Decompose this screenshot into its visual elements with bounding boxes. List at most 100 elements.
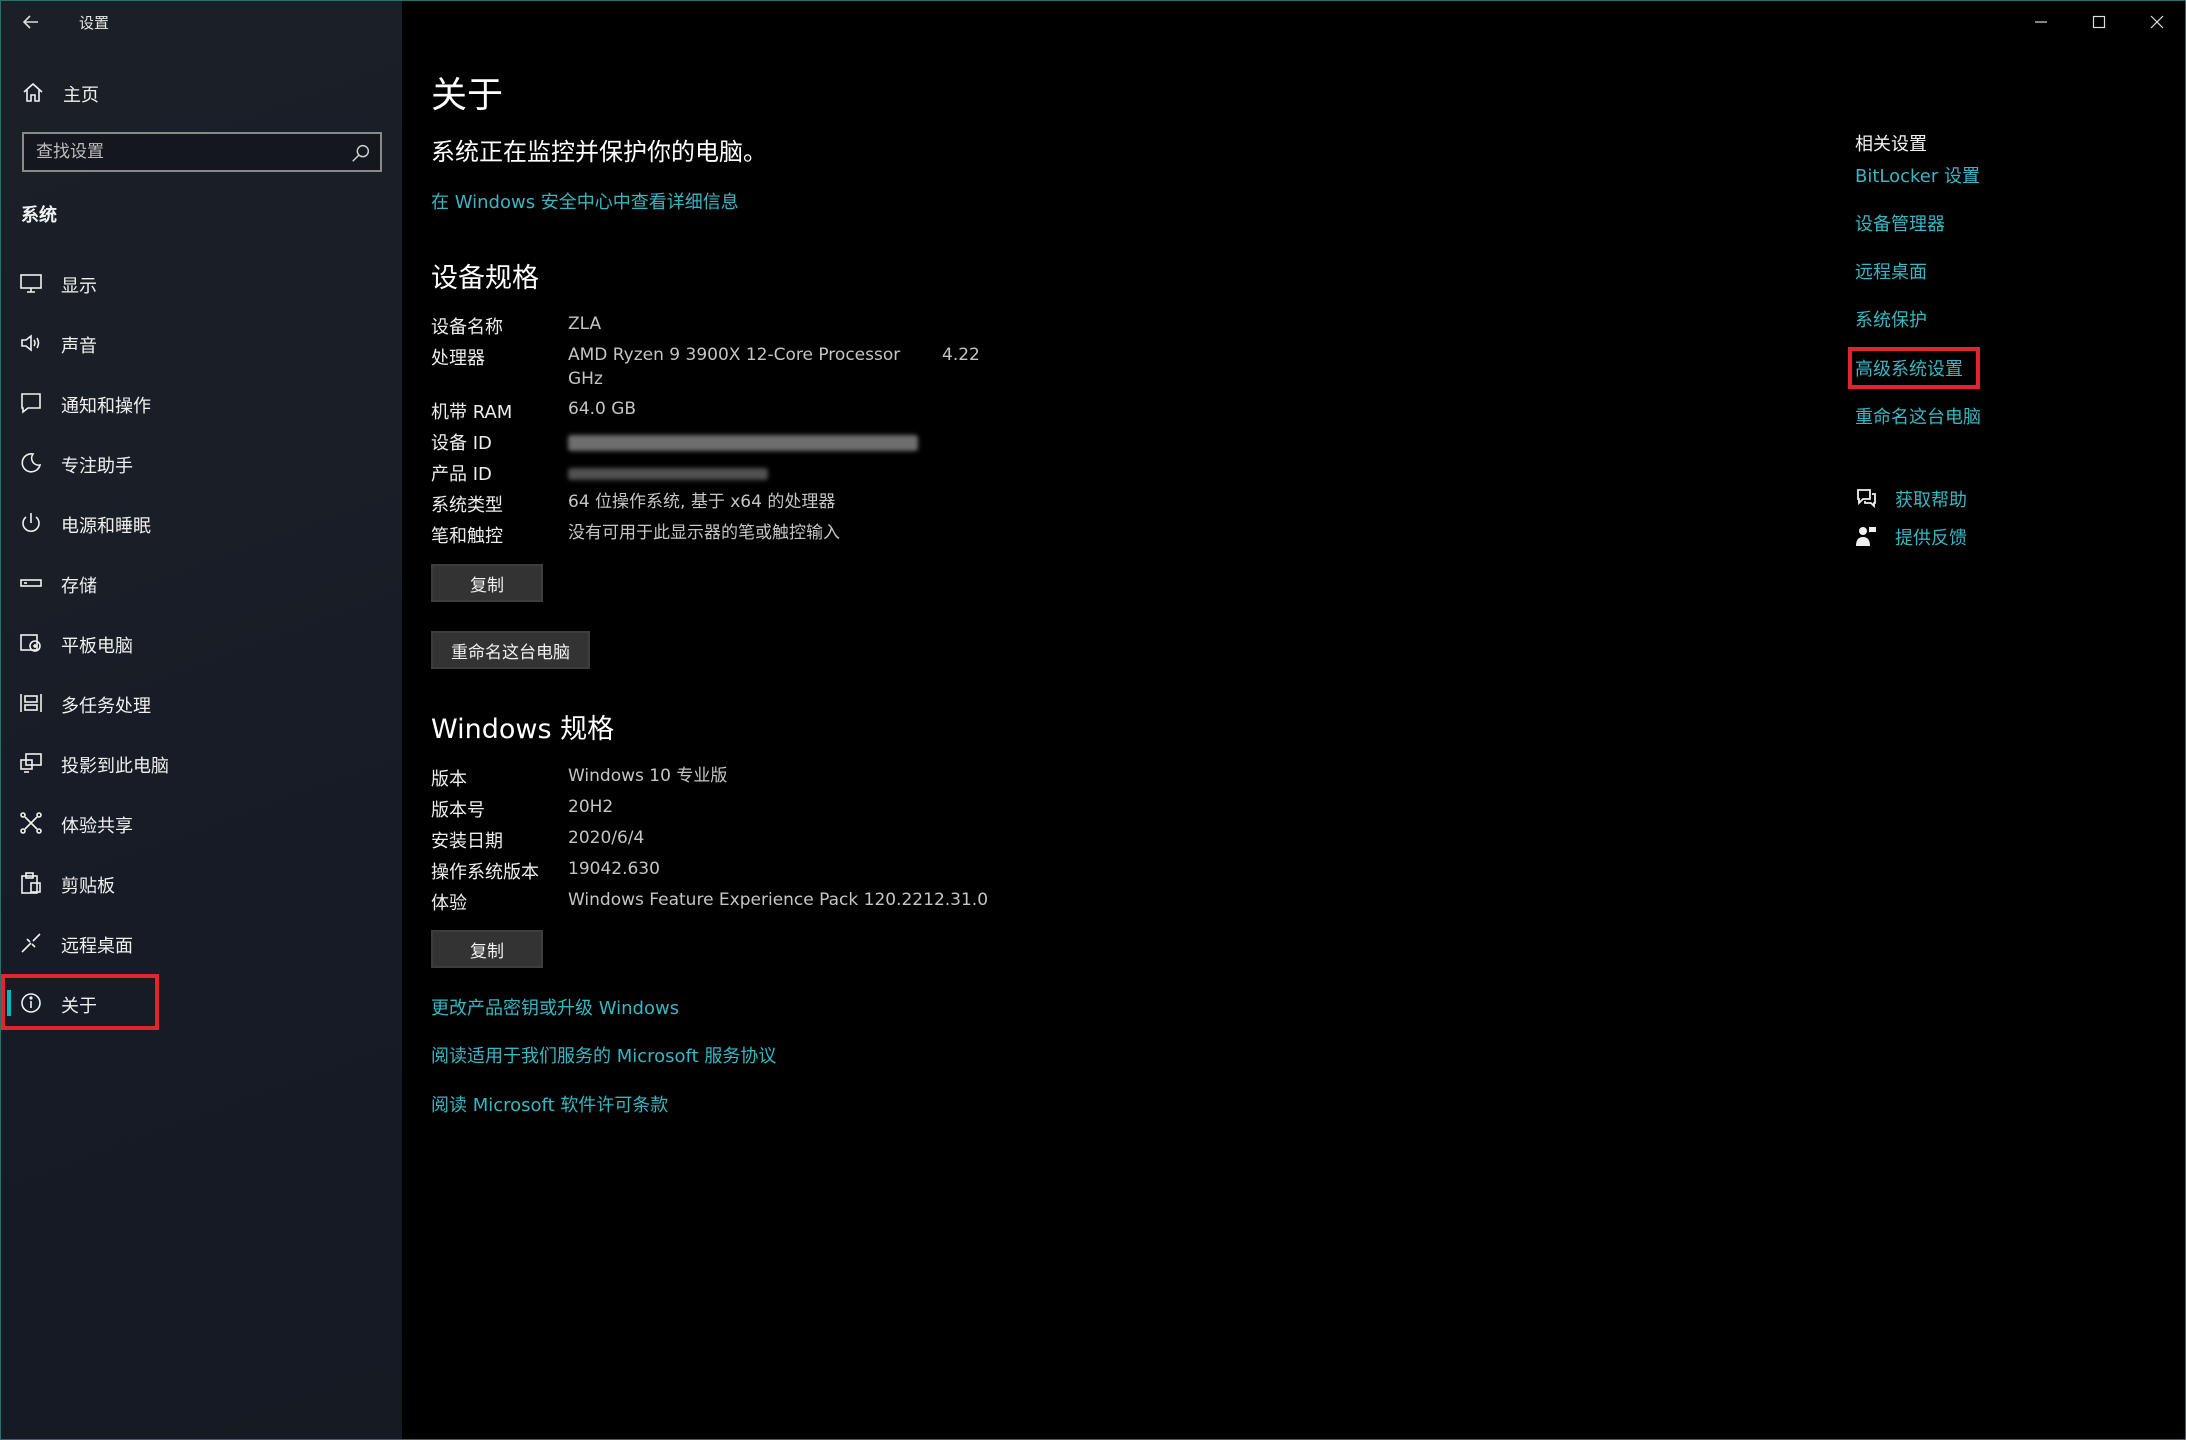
sidebar: 主页 系统 显示 声音 通知和操作 专注助手 电源和睡眠 bbox=[1, 1, 402, 1439]
version-value: 20H2 bbox=[568, 797, 614, 817]
minimize-button[interactable] bbox=[2012, 1, 2070, 43]
sidebar-item-multitasking[interactable]: 多任务处理 bbox=[1, 675, 402, 731]
services-agreement-link[interactable]: 阅读适用于我们服务的 Microsoft 服务协议 bbox=[431, 1042, 776, 1068]
sidebar-item-display[interactable]: 显示 bbox=[1, 255, 402, 311]
home-label: 主页 bbox=[63, 85, 99, 106]
spec-label: 笔和触控 bbox=[431, 526, 503, 547]
spec-label: 机带 RAM bbox=[431, 402, 513, 423]
advanced-system-settings-link[interactable]: 高级系统设置 bbox=[1855, 355, 1963, 381]
device-name-value: ZLA bbox=[568, 314, 602, 334]
page-title: 关于 bbox=[431, 75, 504, 116]
maximize-icon bbox=[2092, 15, 2106, 29]
copy-device-specs-button[interactable]: 复制 bbox=[431, 564, 543, 602]
install-date-value: 2020/6/4 bbox=[568, 828, 645, 848]
remote-desktop-icon bbox=[21, 933, 41, 953]
sidebar-item-remote-desktop[interactable]: 远程桌面 bbox=[1, 915, 402, 971]
sidebar-item-focus-assist[interactable]: 专注助手 bbox=[1, 435, 402, 491]
sidebar-item-project-to-pc[interactable]: 投影到此电脑 bbox=[1, 735, 402, 791]
sidebar-item-label: 电源和睡眠 bbox=[61, 516, 151, 537]
sidebar-item-label: 投影到此电脑 bbox=[61, 756, 169, 777]
change-product-key-link[interactable]: 更改产品密钥或升级 Windows bbox=[431, 994, 679, 1020]
experience-value: Windows Feature Experience Pack 120.2212… bbox=[568, 890, 989, 910]
sidebar-item-label: 多任务处理 bbox=[61, 696, 151, 717]
sidebar-item-about[interactable]: 关于 bbox=[1, 975, 402, 1031]
license-terms-link[interactable]: 阅读 Microsoft 软件许可条款 bbox=[431, 1091, 668, 1117]
bitlocker-settings-link[interactable]: BitLocker 设置 bbox=[1855, 162, 1980, 188]
multitask-icon bbox=[20, 694, 42, 712]
moon-icon bbox=[21, 453, 42, 473]
sidebar-item-label: 平板电脑 bbox=[61, 636, 133, 657]
search-icon[interactable] bbox=[350, 142, 372, 164]
spec-label: 产品 ID bbox=[431, 464, 492, 485]
sidebar-item-label: 体验共享 bbox=[61, 816, 133, 837]
sidebar-item-storage[interactable]: 存储 bbox=[1, 555, 402, 611]
remote-desktop-link[interactable]: 远程桌面 bbox=[1855, 258, 1927, 284]
home-icon bbox=[23, 82, 43, 102]
sidebar-item-label: 显示 bbox=[61, 276, 97, 297]
protection-status-text: 系统正在监控并保护你的电脑。 bbox=[431, 138, 767, 166]
spec-label: 处理器 bbox=[431, 348, 485, 369]
window-title: 设置 bbox=[79, 14, 110, 32]
rename-pc-button[interactable]: 重命名这台电脑 bbox=[431, 631, 590, 669]
close-icon bbox=[2150, 15, 2164, 29]
sidebar-item-tablet[interactable]: 平板电脑 bbox=[1, 615, 402, 671]
selection-indicator bbox=[7, 990, 11, 1016]
processor-unit-value: GHz bbox=[568, 369, 603, 389]
sidebar-item-notifications[interactable]: 通知和操作 bbox=[1, 375, 402, 431]
search-box[interactable] bbox=[22, 132, 382, 172]
settings-window: 主页 系统 显示 声音 通知和操作 专注助手 电源和睡眠 bbox=[0, 0, 2186, 1440]
project-icon bbox=[20, 753, 42, 773]
processor-value: AMD Ryzen 9 3900X 12-Core Processor bbox=[568, 345, 901, 365]
maximize-button[interactable] bbox=[2070, 1, 2128, 43]
windows-specs-title: Windows 规格 bbox=[431, 714, 615, 745]
spec-label: 设备名称 bbox=[431, 317, 503, 338]
sidebar-item-home[interactable]: 主页 bbox=[1, 73, 402, 113]
close-button[interactable] bbox=[2128, 1, 2185, 43]
sidebar-item-sound[interactable]: 声音 bbox=[1, 315, 402, 371]
info-icon bbox=[21, 993, 41, 1013]
tablet-icon bbox=[20, 634, 41, 652]
sidebar-item-label: 剪贴板 bbox=[61, 876, 115, 897]
sidebar-item-label: 通知和操作 bbox=[61, 396, 151, 417]
system-protection-link[interactable]: 系统保护 bbox=[1855, 306, 1927, 332]
section-label: 系统 bbox=[21, 205, 57, 226]
clipboard-icon bbox=[21, 872, 41, 894]
spec-label: 版本号 bbox=[431, 800, 485, 821]
main-content: 关于 系统正在监控并保护你的电脑。 在 Windows 安全中心中查看详细信息 … bbox=[402, 1, 2185, 1439]
sidebar-item-label: 关于 bbox=[61, 996, 97, 1017]
get-help-label: 获取帮助 bbox=[1895, 490, 1967, 511]
sidebar-item-clipboard[interactable]: 剪贴板 bbox=[1, 855, 402, 911]
device-id-blurred bbox=[568, 435, 918, 451]
help-chat-icon bbox=[1857, 489, 1876, 509]
spec-label: 设备 ID bbox=[431, 433, 492, 454]
sidebar-item-label: 声音 bbox=[61, 336, 97, 357]
minimize-icon bbox=[2035, 21, 2047, 23]
system-type-value: 64 位操作系统, 基于 x64 的处理器 bbox=[568, 492, 836, 512]
give-feedback-label: 提供反馈 bbox=[1895, 528, 1967, 549]
spec-label: 系统类型 bbox=[431, 495, 503, 516]
back-arrow-icon bbox=[22, 15, 38, 29]
notification-icon bbox=[21, 393, 41, 414]
sidebar-item-power-sleep[interactable]: 电源和睡眠 bbox=[1, 495, 402, 551]
speaker-icon bbox=[21, 334, 40, 352]
spec-label: 安装日期 bbox=[431, 831, 503, 852]
device-manager-link[interactable]: 设备管理器 bbox=[1855, 210, 1945, 236]
feedback-person-icon bbox=[1856, 527, 1876, 546]
copy-windows-specs-button[interactable]: 复制 bbox=[431, 930, 543, 968]
spec-label: 操作系统版本 bbox=[431, 862, 539, 883]
product-id-blurred bbox=[568, 468, 768, 480]
related-settings-title: 相关设置 bbox=[1855, 134, 1927, 155]
security-center-link[interactable]: 在 Windows 安全中心中查看详细信息 bbox=[431, 188, 739, 214]
monitor-icon bbox=[20, 274, 42, 293]
sidebar-item-label: 存储 bbox=[61, 576, 97, 597]
power-icon bbox=[22, 513, 40, 532]
sidebar-item-shared-experiences[interactable]: 体验共享 bbox=[1, 795, 402, 851]
sidebar-item-label: 远程桌面 bbox=[61, 936, 133, 957]
back-button[interactable] bbox=[9, 3, 53, 41]
share-icon bbox=[20, 812, 42, 834]
edition-value: Windows 10 专业版 bbox=[568, 766, 728, 786]
search-input[interactable] bbox=[36, 140, 336, 164]
ram-value: 64.0 GB bbox=[568, 399, 637, 419]
rename-pc-link[interactable]: 重命名这台电脑 bbox=[1855, 403, 1981, 429]
storage-icon bbox=[20, 579, 42, 587]
